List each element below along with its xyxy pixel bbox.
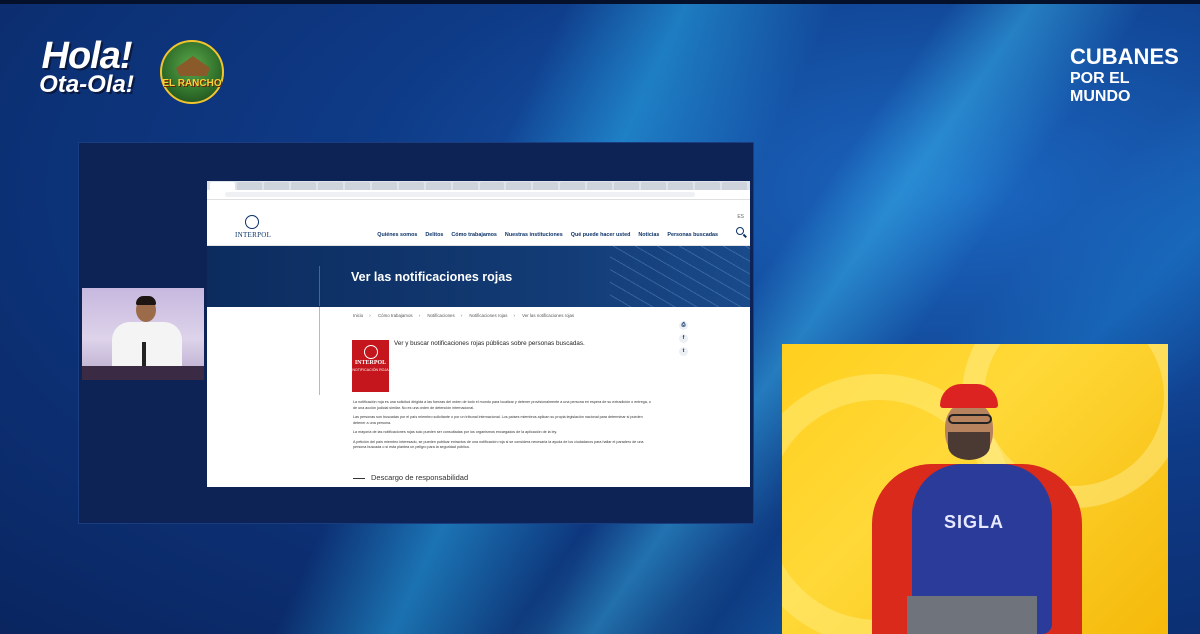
cubanes-label: CUBANES [1070, 44, 1179, 69]
host-desk [82, 366, 204, 380]
facebook-icon[interactable]: f [679, 334, 688, 343]
interpol-logo[interactable]: INTERPOL [235, 215, 272, 239]
hoodie-print: SIGLA [944, 512, 1005, 532]
guest-camera-feed: SIGLA [782, 344, 1168, 634]
el-rancho-label: EL RANCHO [162, 78, 222, 89]
nav-item-delitos[interactable]: Delitos [425, 232, 443, 238]
paragraph: Las personas son buscadas por el país mi… [353, 415, 643, 425]
interpol-seal-icon [363, 345, 378, 359]
hut-icon [176, 56, 210, 76]
hola-ota-ola-logo: Hola! Ota-Ola! [24, 35, 149, 99]
host-body [112, 322, 182, 372]
browser-window: INTERPOL Quiénes somos Delitos Cómo trab… [207, 181, 750, 487]
hero-decoration [610, 246, 750, 307]
paragraph: A petición del país miembro interesado, … [353, 439, 644, 450]
nav-item-noticias[interactable]: Noticias [638, 232, 659, 238]
glasses-icon [948, 414, 992, 424]
page-title: Ver las notificaciones rojas [351, 270, 513, 284]
share-buttons: ⎙ f t [679, 321, 688, 360]
nav-item-que-puede-hacer-usted[interactable]: Qué puede hacer usted [571, 232, 631, 238]
address-bar-row [207, 190, 750, 200]
browser-tab-strip[interactable] [207, 181, 750, 190]
breadcrumb-notificaciones-rojas[interactable]: Notificaciones rojas [469, 313, 507, 318]
guest-beard [948, 432, 990, 460]
print-icon[interactable]: ⎙ [679, 321, 688, 330]
browser-tab[interactable] [506, 182, 532, 190]
globe-icon [245, 215, 259, 229]
browser-tab[interactable] [344, 182, 370, 190]
breadcrumb: Inicio › Cómo trabajamos › Notificaciones ›… [353, 313, 575, 318]
browser-tab[interactable] [695, 182, 721, 190]
browser-tab[interactable] [560, 182, 586, 190]
site-header: INTERPOL Quiénes somos Delitos Cómo trab… [207, 208, 750, 246]
page-content: Inicio › Cómo trabajamos › Notificaciones ›… [207, 307, 750, 487]
breadcrumb-current: Ver las notificaciones rojas [522, 313, 575, 318]
browser-tab[interactable] [452, 182, 478, 190]
browser-tab[interactable] [398, 182, 424, 190]
browser-tab[interactable] [317, 182, 343, 190]
host-camera-feed [82, 288, 204, 380]
browser-tab[interactable] [371, 182, 397, 190]
nav-item-quienes-somos[interactable]: Quiénes somos [377, 232, 417, 238]
badge-notice-label: NOTIFICACIÓN ROJA [352, 368, 389, 372]
microphone-icon [142, 342, 146, 366]
browser-tab[interactable] [614, 182, 640, 190]
body-text: La notificación roja es una solicitud di… [353, 400, 653, 455]
interpol-logo-label: INTERPOL [235, 231, 272, 239]
browser-tab[interactable] [641, 182, 667, 190]
main-nav: Quiénes somos Delitos Cómo trabajamos Nu… [377, 232, 718, 238]
browser-tab[interactable] [263, 182, 289, 190]
browser-tab[interactable] [236, 182, 262, 190]
badge-interpol-label: INTERPOL [354, 360, 387, 366]
por-el-mundo-label: POR EL MUNDO [1070, 70, 1131, 105]
hero-divider [319, 266, 320, 306]
content-divider [319, 307, 320, 395]
page-hero: Ver las notificaciones rojas [207, 246, 750, 307]
host-hair [136, 296, 156, 305]
hola-logo-line2: Ota-Ola! [39, 71, 134, 99]
search-icon[interactable] [736, 227, 744, 235]
nav-item-como-trabajamos[interactable]: Cómo trabajamos [451, 232, 497, 238]
browser-tab[interactable] [587, 182, 613, 190]
browser-tab[interactable] [533, 182, 559, 190]
guest-legs [907, 596, 1037, 634]
cubanes-por-el-mundo-logo: CUBANES POR EL MUNDO [1070, 44, 1190, 106]
paragraph: La notificación roja es una solicitud di… [353, 400, 651, 410]
paragraph: La mayoría de las notificaciones rojas s… [353, 430, 558, 435]
nav-item-nuestras-instituciones[interactable]: Nuestras instituciones [505, 232, 563, 238]
address-bar[interactable] [225, 192, 695, 197]
browser-tab[interactable] [479, 182, 505, 190]
red-cap [940, 384, 998, 408]
browser-tab[interactable] [210, 182, 235, 190]
nav-item-personas-buscadas[interactable]: Personas buscadas [667, 232, 718, 238]
browser-tab[interactable] [668, 182, 694, 190]
browser-tab[interactable] [722, 182, 748, 190]
el-rancho-logo: EL RANCHO [160, 40, 224, 104]
breadcrumb-notificaciones[interactable]: Notificaciones [427, 313, 454, 318]
breadcrumb-como-trabajamos[interactable]: Cómo trabajamos [378, 313, 413, 318]
language-selector[interactable]: ES [737, 214, 744, 220]
red-notice-badge: INTERPOL NOTIFICACIÓN ROJA [352, 340, 389, 392]
browser-tab[interactable] [290, 182, 316, 190]
hola-logo-line1: Hola! [41, 35, 133, 77]
disclaimer-heading[interactable]: Descargo de responsabilidad [353, 473, 468, 482]
browser-tab[interactable] [425, 182, 451, 190]
top-border [0, 0, 1200, 4]
twitter-icon[interactable]: t [679, 347, 688, 356]
intro-text: Ver y buscar notificaciones rojas públic… [394, 340, 585, 347]
breadcrumb-inicio[interactable]: Inicio [353, 313, 363, 318]
